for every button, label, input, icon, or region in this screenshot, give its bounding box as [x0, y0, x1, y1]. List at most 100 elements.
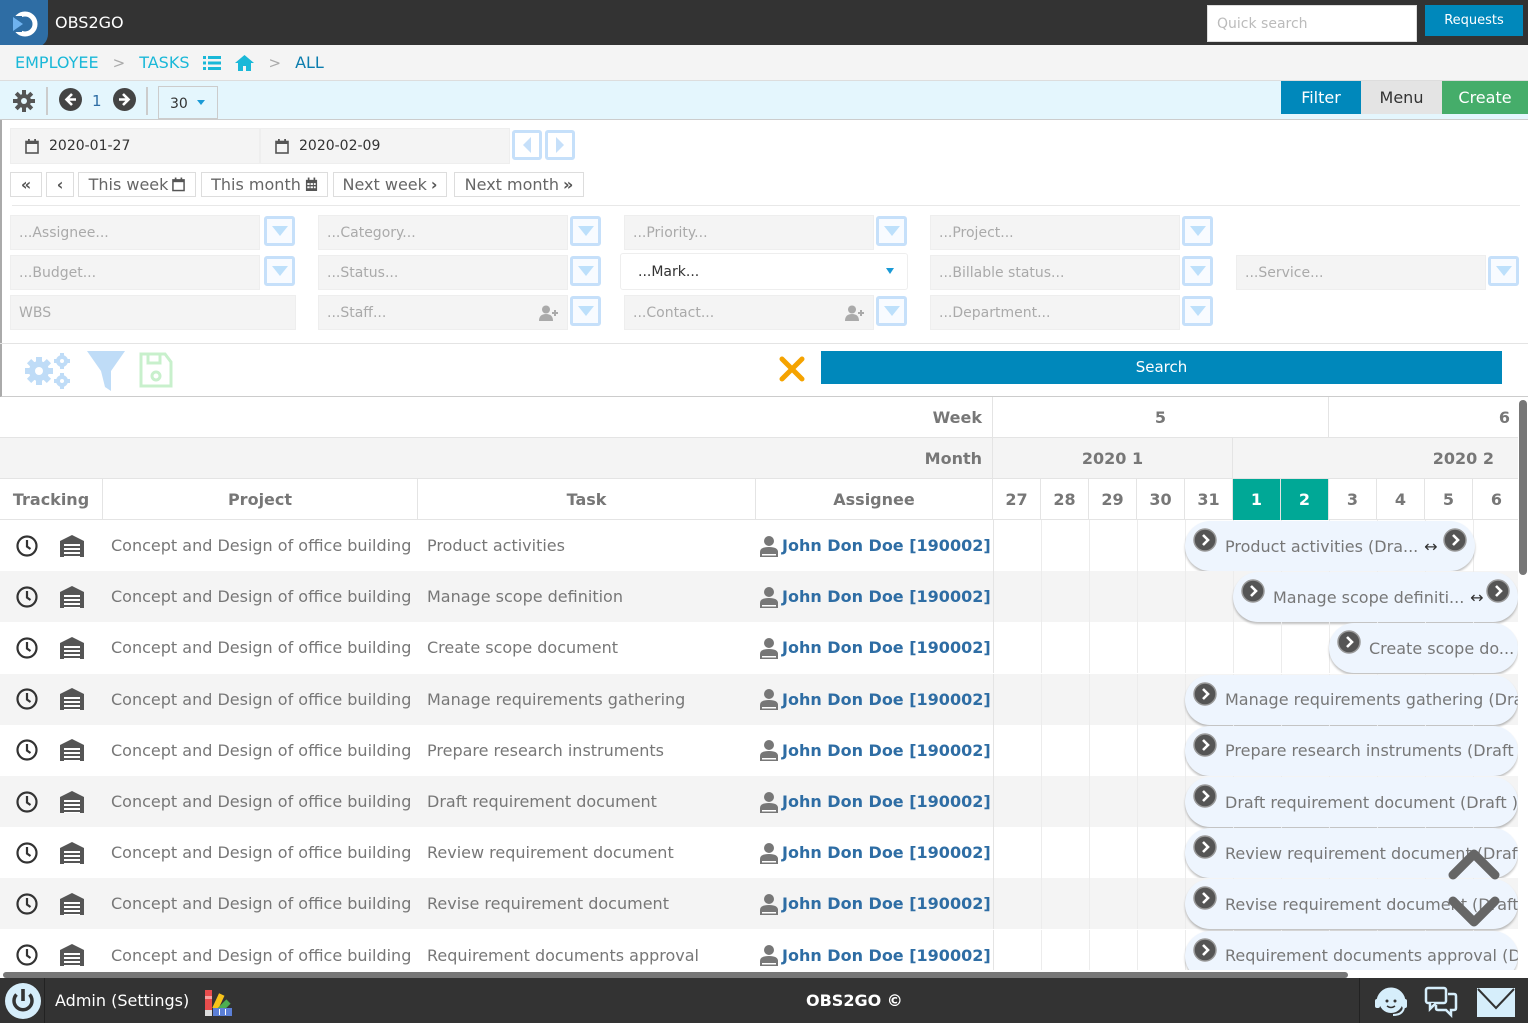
requests-button[interactable]: Requests [1425, 5, 1523, 36]
gantt-bar[interactable]: Prepare research instruments (Draft ) [1185, 725, 1518, 776]
clock-icon[interactable] [16, 725, 38, 776]
home-icon[interactable] [235, 54, 255, 71]
assignee-dropdown-button[interactable] [264, 216, 295, 246]
next-page-icon[interactable] [113, 88, 136, 115]
date-next-button[interactable] [545, 130, 575, 160]
chevron-right-circle-icon[interactable] [1443, 528, 1467, 556]
project-cell[interactable]: Concept and Design of office building [111, 878, 411, 929]
assignee-cell[interactable]: John Don Doe [190002] [760, 571, 991, 622]
table-row[interactable]: Concept and Design of office building Man… [0, 673, 1518, 725]
chevron-right-circle-icon[interactable] [1337, 630, 1361, 658]
previous-page-icon[interactable] [59, 88, 82, 115]
chevron-right-circle-icon[interactable] [1193, 835, 1217, 863]
column-header-assignee[interactable]: Assignee [756, 479, 993, 520]
color-palette-icon[interactable] [205, 990, 232, 1020]
this-month-button[interactable]: This month [201, 172, 328, 197]
table-row[interactable]: Concept and Design of office building Man… [0, 571, 1518, 623]
scroll-down-icon[interactable] [1447, 895, 1501, 931]
gear-icon[interactable] [12, 89, 36, 117]
table-row[interactable]: Concept and Design of office building Rev… [0, 827, 1518, 879]
menu-button[interactable]: Menu [1361, 81, 1442, 114]
resize-icon[interactable]: ↔ [1470, 588, 1483, 607]
billable-status-select[interactable]: ...Billable status... [930, 255, 1180, 290]
mark-select[interactable]: ...Mark... [620, 253, 908, 290]
admin-settings-link[interactable]: Admin (Settings) [55, 991, 189, 1010]
category-dropdown-button[interactable] [570, 216, 601, 246]
chevron-right-circle-icon[interactable] [1193, 733, 1217, 761]
assignee-link[interactable]: John Don Doe [190002] [782, 741, 991, 760]
service-dropdown-button[interactable] [1488, 256, 1519, 286]
clock-icon[interactable] [16, 878, 38, 929]
priority-select[interactable]: ...Priority... [624, 215, 874, 250]
search-button[interactable]: Search [821, 351, 1502, 384]
save-icon[interactable] [139, 352, 173, 392]
project-cell[interactable]: Concept and Design of office building [111, 520, 411, 571]
chevron-right-circle-icon[interactable] [1193, 937, 1217, 966]
garage-icon[interactable] [58, 622, 86, 673]
assignee-link[interactable]: John Don Doe [190002] [782, 587, 991, 606]
task-cell[interactable]: Manage requirements gathering [427, 674, 685, 725]
table-row[interactable]: Concept and Design of office building Dra… [0, 776, 1518, 827]
date-to-field[interactable]: 2020-02-09 [260, 128, 510, 164]
assignee-cell[interactable]: John Don Doe [190002] [760, 930, 991, 970]
table-row[interactable]: Concept and Design of office building Rev… [0, 878, 1518, 930]
gantt-bar[interactable]: Draft requirement document (Draft ) [1185, 777, 1518, 827]
budget-dropdown-button[interactable] [264, 256, 295, 286]
budget-select[interactable]: ...Budget... [10, 255, 260, 290]
assignee-cell[interactable]: John Don Doe [190002] [760, 520, 991, 571]
assignee-link[interactable]: John Don Doe [190002] [782, 792, 991, 811]
task-cell[interactable]: Review requirement document [427, 827, 674, 878]
assignee-cell[interactable]: John Don Doe [190002] [760, 674, 991, 725]
resize-icon[interactable]: ↔ [1424, 537, 1437, 556]
assignee-link[interactable]: John Don Doe [190002] [782, 638, 991, 657]
breadcrumb-employee[interactable]: EMPLOYEE [15, 53, 99, 72]
first-period-button[interactable]: « [10, 172, 42, 197]
assignee-link[interactable]: John Don Doe [190002] [782, 690, 991, 709]
department-dropdown-button[interactable] [1182, 296, 1213, 326]
task-cell[interactable]: Revise requirement document [427, 878, 669, 929]
column-header-task[interactable]: Task [418, 479, 756, 520]
status-select[interactable]: ...Status... [318, 255, 568, 290]
chevron-right-circle-icon[interactable] [1193, 886, 1217, 914]
vertical-scrollbar[interactable] [1519, 400, 1527, 575]
contact-dropdown-button[interactable] [876, 296, 907, 326]
gantt-bar[interactable]: Create scope do... [1329, 623, 1518, 674]
task-cell[interactable]: Requirement documents approval [427, 930, 699, 970]
add-person-icon[interactable] [845, 305, 865, 321]
settings-gears-icon[interactable] [24, 352, 72, 394]
quick-search-input[interactable] [1207, 5, 1417, 42]
project-cell[interactable]: Concept and Design of office building [111, 776, 411, 827]
status-dropdown-button[interactable] [570, 256, 601, 286]
chevron-right-circle-icon[interactable] [1193, 784, 1217, 812]
previous-period-button[interactable]: ‹ [46, 172, 74, 197]
close-icon[interactable] [778, 355, 806, 387]
contact-select[interactable]: ...Contact... [624, 295, 874, 330]
gantt-bar[interactable]: Requirement documents approval (Draft ) [1185, 930, 1518, 970]
chat-icon[interactable] [1424, 986, 1458, 1022]
garage-icon[interactable] [58, 930, 86, 970]
clock-icon[interactable] [16, 571, 38, 622]
breadcrumb-tasks[interactable]: TASKS [139, 53, 189, 72]
garage-icon[interactable] [58, 827, 86, 878]
gantt-bar[interactable]: Manage requirements gathering (Draft ) [1185, 674, 1518, 725]
create-button[interactable]: Create [1442, 81, 1528, 114]
clock-icon[interactable] [16, 520, 38, 571]
project-select[interactable]: ...Project... [930, 215, 1180, 250]
project-cell[interactable]: Concept and Design of office building [111, 622, 411, 673]
staff-select[interactable]: ...Staff... [318, 295, 568, 330]
filter-button[interactable]: Filter [1281, 81, 1361, 114]
project-cell[interactable]: Concept and Design of office building [111, 827, 411, 878]
add-person-icon[interactable] [539, 305, 559, 321]
department-select[interactable]: ...Department... [930, 295, 1180, 330]
assignee-select[interactable]: ...Assignee... [10, 215, 260, 250]
assignee-cell[interactable]: John Don Doe [190002] [760, 622, 991, 673]
billable-status-dropdown-button[interactable] [1182, 256, 1213, 286]
service-select[interactable]: ...Service... [1236, 255, 1486, 290]
project-cell[interactable]: Concept and Design of office building [111, 930, 411, 970]
column-header-project[interactable]: Project [103, 479, 418, 520]
table-row[interactable]: Concept and Design of office building Pre… [0, 724, 1518, 776]
garage-icon[interactable] [58, 776, 86, 827]
garage-icon[interactable] [58, 571, 86, 622]
scroll-up-icon[interactable] [1447, 845, 1501, 881]
this-week-button[interactable]: This week [78, 172, 196, 197]
